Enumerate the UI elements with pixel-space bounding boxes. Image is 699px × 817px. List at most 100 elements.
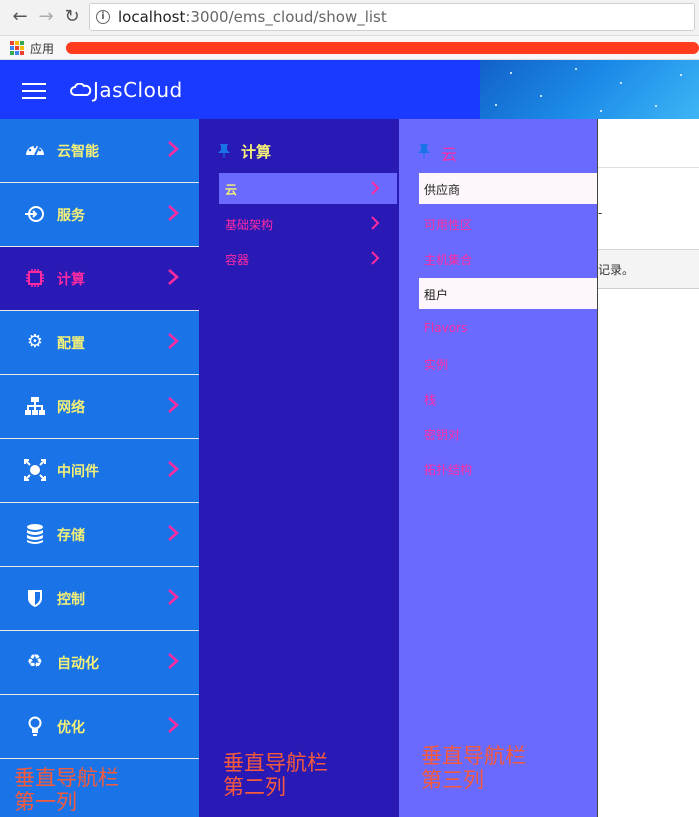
browser-toolbar: ← → ↻ i localhost:3000/ems_cloud/show_li… <box>0 0 699 36</box>
annotation-line: 第三列 <box>421 768 484 792</box>
chevron-right-icon <box>168 269 179 285</box>
chevron-right-icon <box>371 181 380 195</box>
col3-item-tenants[interactable]: 租户 <box>419 278 597 309</box>
col3-item-host-aggregates[interactable]: 主机集合 <box>419 243 597 274</box>
chevron-right-icon <box>371 251 380 265</box>
col3-item-label: 栈 <box>424 393 437 407</box>
nav-item-label: 存储 <box>57 528 85 544</box>
col3-item-label: 租户 <box>424 288 449 302</box>
chevron-right-icon <box>168 589 179 605</box>
reload-icon[interactable]: ↻ <box>62 7 82 27</box>
nav-item-label: 控制 <box>57 592 85 608</box>
col2-item-label: 基础架构 <box>225 218 274 232</box>
page-divider <box>598 167 699 168</box>
column-2-annotation: 垂直导航栏 第二列 <box>223 751 328 799</box>
bookmarks-bar: 应用 <box>0 36 699 60</box>
header-banner-image <box>480 60 699 119</box>
chevron-right-icon <box>168 333 179 349</box>
pin-icon <box>418 144 430 158</box>
nav-item-services[interactable]: 服务 <box>0 183 199 247</box>
cloud-logo-icon <box>70 83 92 96</box>
nav-item-label: 配置 <box>57 336 85 352</box>
col3-item-availability-zones[interactable]: 可用性区 <box>419 208 597 239</box>
forward-icon[interactable]: → <box>36 7 56 27</box>
col3-item-stacks[interactable]: 栈 <box>419 383 597 414</box>
annotation-line: 垂直导航栏 <box>14 766 119 790</box>
back-icon[interactable]: ← <box>10 7 30 27</box>
annotation-line: 垂直导航栏 <box>223 751 328 775</box>
col2-item-label: 云 <box>225 183 238 197</box>
nav-item-automation[interactable]: ♻ 自动化 <box>0 631 199 695</box>
col3-item-label: 可用性区 <box>424 218 473 232</box>
page-records-text: 记录。 <box>598 263 635 277</box>
col3-item-label: 密钥对 <box>424 428 461 442</box>
vertical-nav-column-1: 云智能 服务 计算 ⚙ 配置 网络 中间件 存储 控制 ♻ 自动化 优化 垂直导… <box>0 119 199 817</box>
nav-item-cloud-intel[interactable]: 云智能 <box>0 119 199 183</box>
annotation-line: 第一列 <box>14 790 77 814</box>
nav-item-network[interactable]: 网络 <box>0 375 199 439</box>
annotation-line: 垂直导航栏 <box>421 744 526 768</box>
redacted-bookmarks <box>66 42 699 54</box>
recycle-icon: ♻ <box>26 651 44 672</box>
column-3-annotation: 垂直导航栏 第三列 <box>421 744 526 792</box>
dashboard-icon <box>24 139 46 161</box>
col3-item-key-pairs[interactable]: 密钥对 <box>419 418 597 449</box>
column-3-title: 云 <box>441 145 458 164</box>
col3-item-providers[interactable]: 供应商 <box>419 173 597 204</box>
col3-item-label: 拓扑结构 <box>424 463 473 477</box>
app-header: JasCloud <box>0 60 699 119</box>
col3-item-label: Flavors <box>424 321 468 335</box>
chip-icon <box>24 267 46 289</box>
nav-item-label: 计算 <box>57 272 85 288</box>
address-bar[interactable]: i localhost:3000/ems_cloud/show_list <box>89 3 695 31</box>
nav-item-label: 网络 <box>57 400 85 416</box>
col2-item-cloud[interactable]: 云 <box>219 173 397 204</box>
chevron-right-icon <box>371 216 380 230</box>
chevron-right-icon <box>168 141 179 157</box>
vertical-nav-column-3: 云 供应商 可用性区 主机集合 租户 Flavors 实例 栈 密钥对 拓扑结构… <box>399 119 598 817</box>
services-icon <box>24 203 46 225</box>
column-2-title: 计算 <box>241 143 272 161</box>
chevron-right-icon <box>168 525 179 541</box>
apps-grid-icon[interactable] <box>10 41 24 55</box>
col3-item-label: 实例 <box>424 358 449 372</box>
nav-item-compute[interactable]: 计算 <box>0 247 199 311</box>
col3-item-label: 主机集合 <box>424 253 473 267</box>
col2-item-infrastructure[interactable]: 基础架构 <box>219 208 397 239</box>
chevron-right-icon <box>168 461 179 477</box>
nav-item-label: 中间件 <box>57 464 99 480</box>
middleware-icon <box>24 459 46 481</box>
page-text-fragment: - <box>598 206 603 220</box>
nav-item-storage[interactable]: 存储 <box>0 503 199 567</box>
col3-item-label: 供应商 <box>424 183 461 197</box>
menu-toggle-icon[interactable] <box>22 83 46 99</box>
annotation-line: 第二列 <box>223 775 286 799</box>
gear-icon: ⚙ <box>26 331 44 352</box>
pin-icon <box>218 144 230 158</box>
nav-item-label: 自动化 <box>57 656 99 672</box>
col3-item-topology[interactable]: 拓扑结构 <box>419 453 597 484</box>
logo-text[interactable]: JasCloud <box>93 78 183 102</box>
url-text: localhost:3000/ems_cloud/show_list <box>118 8 387 26</box>
chevron-right-icon <box>168 205 179 221</box>
shield-icon <box>24 587 46 609</box>
nav-item-label: 优化 <box>57 720 85 736</box>
col2-item-label: 容器 <box>225 253 250 267</box>
col3-item-instances[interactable]: 实例 <box>419 348 597 379</box>
nav-item-config[interactable]: ⚙ 配置 <box>0 311 199 375</box>
nav-item-middleware[interactable]: 中间件 <box>0 439 199 503</box>
nav-item-label: 云智能 <box>57 144 99 160</box>
col2-item-containers[interactable]: 容器 <box>219 243 397 274</box>
nav-item-optimize[interactable]: 优化 <box>0 695 199 759</box>
chevron-right-icon <box>168 717 179 733</box>
nav-item-control[interactable]: 控制 <box>0 567 199 631</box>
info-icon[interactable]: i <box>96 10 110 24</box>
col3-item-flavors[interactable]: Flavors <box>419 313 597 344</box>
column-1-annotation: 垂直导航栏 第一列 <box>14 766 119 814</box>
nav-item-label: 服务 <box>57 208 85 224</box>
apps-label[interactable]: 应用 <box>30 40 54 57</box>
lightbulb-icon <box>24 715 46 737</box>
chevron-right-icon <box>168 397 179 413</box>
network-icon <box>24 395 46 417</box>
vertical-nav-column-2: 计算 云 基础架构 容器 垂直导航栏 第二列 <box>199 119 399 817</box>
